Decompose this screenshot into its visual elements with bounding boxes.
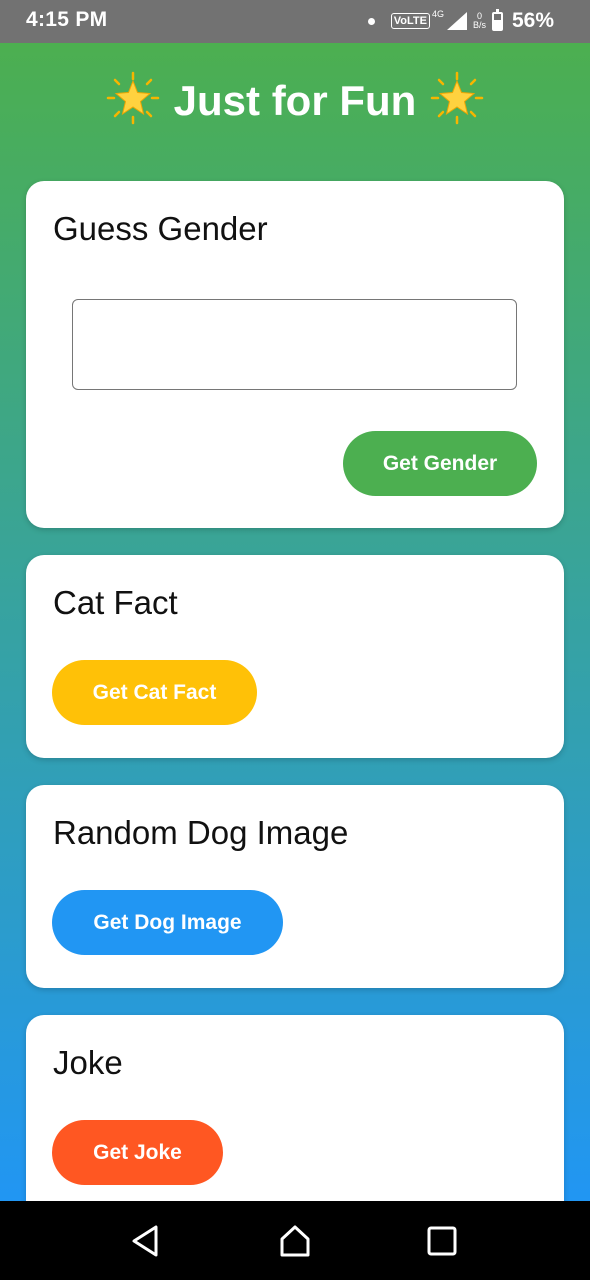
signal-icon [446, 12, 467, 30]
get-dog-image-button[interactable]: Get Dog Image [52, 890, 283, 955]
card-random-dog-image: Random Dog Image Get Dog Image [26, 785, 564, 988]
get-joke-button[interactable]: Get Joke [52, 1120, 223, 1185]
title-text: Just for Fun [173, 77, 417, 124]
card-title-random-dog-image: Random Dog Image [53, 814, 349, 851]
page-title: Just for Fun [0, 71, 590, 125]
card-title-cat-fact: Cat Fact [53, 584, 178, 621]
card-guess-gender: Guess Gender Get Gender [26, 181, 564, 528]
navigation-bar [0, 1201, 590, 1280]
home-icon[interactable] [277, 1223, 313, 1259]
back-triangle-icon[interactable] [128, 1223, 164, 1259]
get-gender-button[interactable]: Get Gender [343, 431, 537, 496]
volte-icon: VoLTE [390, 13, 430, 29]
glowing-star-icon [431, 71, 484, 125]
card-title-joke: Joke [53, 1044, 123, 1081]
status-bar: 4:15 PM VoLTE 4G 0 B/s 56% [0, 0, 590, 43]
app-content[interactable]: Just for Fun Guess Gender Get Gender Cat… [0, 43, 590, 1201]
battery-fill [493, 20, 501, 29]
notification-dot-icon [367, 17, 375, 25]
data-rate-icon: 0 B/s [473, 12, 486, 30]
network-type-label: 4G [431, 9, 444, 19]
status-icons: VoLTE 4G 0 B/s 56% [367, 7, 554, 35]
data-rate-unit: B/s [472, 20, 486, 30]
name-input[interactable] [72, 299, 517, 390]
recents-square-icon[interactable] [424, 1223, 460, 1259]
status-time: 4:15 PM [26, 8, 108, 31]
card-cat-fact: Cat Fact Get Cat Fact [26, 555, 564, 758]
glowing-star-icon [106, 71, 159, 125]
card-joke: Joke Get Joke [26, 1015, 564, 1201]
get-cat-fact-button[interactable]: Get Cat Fact [52, 660, 257, 725]
card-title-guess-gender: Guess Gender [53, 210, 268, 247]
battery-icon [491, 8, 503, 31]
battery-percent: 56% [511, 9, 554, 32]
